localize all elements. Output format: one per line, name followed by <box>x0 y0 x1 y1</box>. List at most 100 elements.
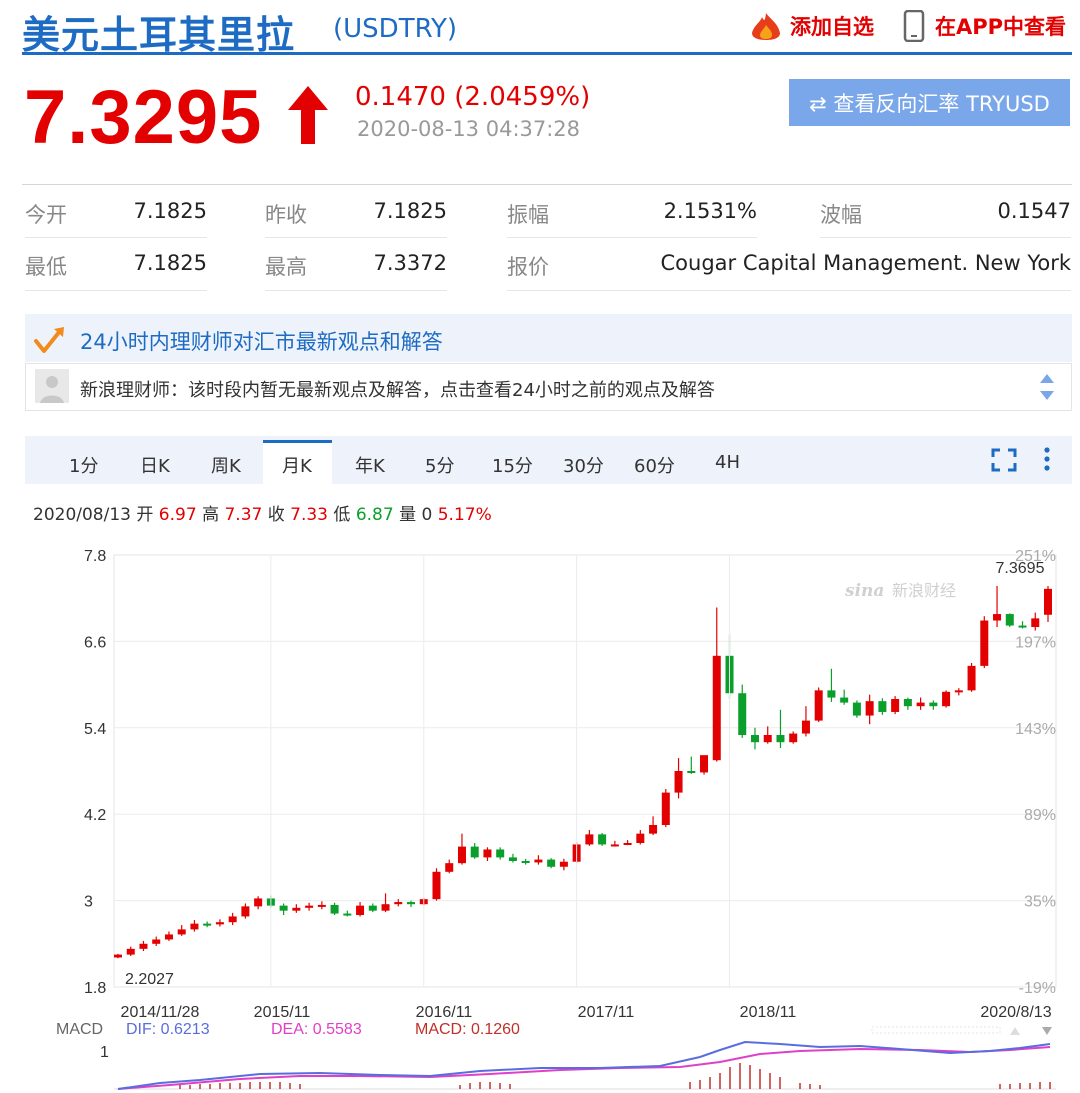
candle-body <box>203 923 212 926</box>
page-title: 美元土耳其里拉 <box>22 13 296 57</box>
candle-body <box>852 702 861 716</box>
sina-logo-icon: sina <box>844 581 884 601</box>
macd-dif: DIF: 0.6213 <box>126 1021 210 1038</box>
candle-body <box>126 948 135 955</box>
stat-value: 2.1531% <box>663 199 757 223</box>
tab-1[interactable]: 日K <box>140 452 170 478</box>
watermark-text: 新浪财经 <box>892 581 956 600</box>
candle-body <box>865 701 874 716</box>
inverse-rate-button[interactable]: ⇄ 查看反向汇率 TRYUSD <box>789 79 1070 126</box>
candle-body <box>891 699 900 712</box>
tab-0[interactable]: 1分 <box>69 452 98 478</box>
tab-6[interactable]: 15分 <box>492 452 533 478</box>
tab-2[interactable]: 周K <box>211 452 241 478</box>
price-change: 0.1470 (2.0459%) <box>355 82 591 112</box>
x-tick-label: 2018/11 <box>740 1004 797 1021</box>
ohlc-open-label: 开 <box>136 505 154 525</box>
more-options-icon[interactable] <box>1042 446 1052 472</box>
ohlc-summary: 2020/08/13 开 6.97 高 7.37 收 7.33 低 6.87 量… <box>33 500 492 525</box>
stat-value: 0.1547 <box>997 199 1071 223</box>
ohlc-close-label: 收 <box>267 505 285 525</box>
y-right-tick-label: 197% <box>1015 634 1056 651</box>
candle-body <box>139 943 148 949</box>
stat-value: 7.1825 <box>133 199 207 223</box>
macd-dea: DEA: 0.5583 <box>271 1021 362 1038</box>
phone-icon <box>903 10 925 42</box>
y-tick-label: 5.4 <box>84 721 106 738</box>
stat-value: 7.1825 <box>373 199 447 223</box>
candle-body <box>114 954 122 958</box>
scroll-track <box>871 1026 1001 1034</box>
tab-5[interactable]: 5分 <box>425 452 454 478</box>
ohlc-volume-label: 量 <box>399 505 417 525</box>
y-right-tick-label: 89% <box>1024 807 1056 824</box>
view-in-app-button[interactable]: 在APP中查看 <box>903 8 1066 44</box>
candle-body <box>228 916 237 923</box>
header-divider <box>22 52 1072 55</box>
macd-dif-line <box>117 1040 1051 1090</box>
candle-body <box>1005 614 1014 626</box>
candle-body <box>636 833 645 843</box>
stat-underline <box>820 237 1071 238</box>
candle-body <box>292 907 301 911</box>
view-in-app-label: 在APP中查看 <box>935 15 1067 39</box>
candle-body <box>521 861 530 863</box>
tab-4[interactable]: 年K <box>355 452 385 478</box>
candle-body <box>993 614 1002 621</box>
candle-body <box>954 690 963 693</box>
tab-8[interactable]: 60分 <box>634 452 675 478</box>
candlestick-chart[interactable]: 7.8 251%6.6 197%5.4 143%4.2 89%3 35%1.8 -19%20… <box>0 530 1080 1093</box>
y-tick-label: 3 <box>84 894 93 911</box>
quote-timestamp: 2020-08-13 04:37:28 <box>357 117 581 141</box>
candle-body <box>381 904 390 911</box>
candle-body <box>1018 625 1027 628</box>
stat-label: 昨收 <box>265 203 307 227</box>
candle-body <box>547 859 556 867</box>
candle-body <box>903 699 912 707</box>
candle-body <box>929 702 938 707</box>
tab-9[interactable]: 4H <box>715 452 740 473</box>
stat-underline <box>25 237 207 238</box>
x-tick-label: 2020/8/13 <box>980 1004 1051 1021</box>
period-tab-bar <box>25 436 1072 484</box>
stat-label: 波幅 <box>820 203 862 227</box>
candle-body <box>674 771 683 793</box>
stat-underline <box>507 237 757 238</box>
tab-7[interactable]: 30分 <box>563 452 604 478</box>
min-value-label: 2.2027 <box>125 971 174 988</box>
candle-body <box>967 665 976 691</box>
candle-body <box>317 904 326 907</box>
stat-underline <box>507 290 1071 291</box>
candle-body <box>916 702 925 707</box>
candle-body <box>483 849 492 858</box>
fullscreen-icon[interactable] <box>991 448 1017 472</box>
ohlc-open: 6.97 <box>158 505 197 525</box>
add-favorite-button[interactable]: 添加自选 <box>748 8 874 44</box>
tab-3[interactable]: 月K <box>282 452 312 478</box>
x-tick-label: 2016/11 <box>416 1004 473 1021</box>
advisor-news-title[interactable]: 24小时内理财师对汇市最新观点和解答 <box>80 326 443 356</box>
stat-value: 7.1825 <box>133 251 207 275</box>
stat-underline <box>25 290 207 291</box>
y-right-tick-label: -19% <box>1019 980 1056 997</box>
scroll-arrows-icon[interactable] <box>1038 372 1056 402</box>
candle-body <box>164 934 173 940</box>
candle-body <box>394 902 403 905</box>
plot-frame <box>113 554 1057 988</box>
macd-axis-tick: 1 <box>100 1044 109 1061</box>
candle-body <box>687 771 696 773</box>
candle-body <box>407 902 416 905</box>
y-tick-label: 7.8 <box>84 548 106 565</box>
candle-body <box>610 844 619 847</box>
advisor-news-message[interactable]: 新浪理财师：该时段内暂无最新观点及解答，点击查看24小时之前的观点及解答 <box>80 376 715 402</box>
candle-body <box>750 735 759 743</box>
add-favorite-label: 添加自选 <box>790 15 874 39</box>
candle-body <box>712 655 721 761</box>
y-tick-label: 4.2 <box>84 807 106 824</box>
stat-underline <box>265 290 447 291</box>
candle-body <box>496 849 505 858</box>
candle-body <box>942 691 951 707</box>
ohlc-date: 2020/08/13 <box>33 505 131 525</box>
stat-label: 最高 <box>265 255 307 279</box>
candle-body <box>241 906 250 917</box>
